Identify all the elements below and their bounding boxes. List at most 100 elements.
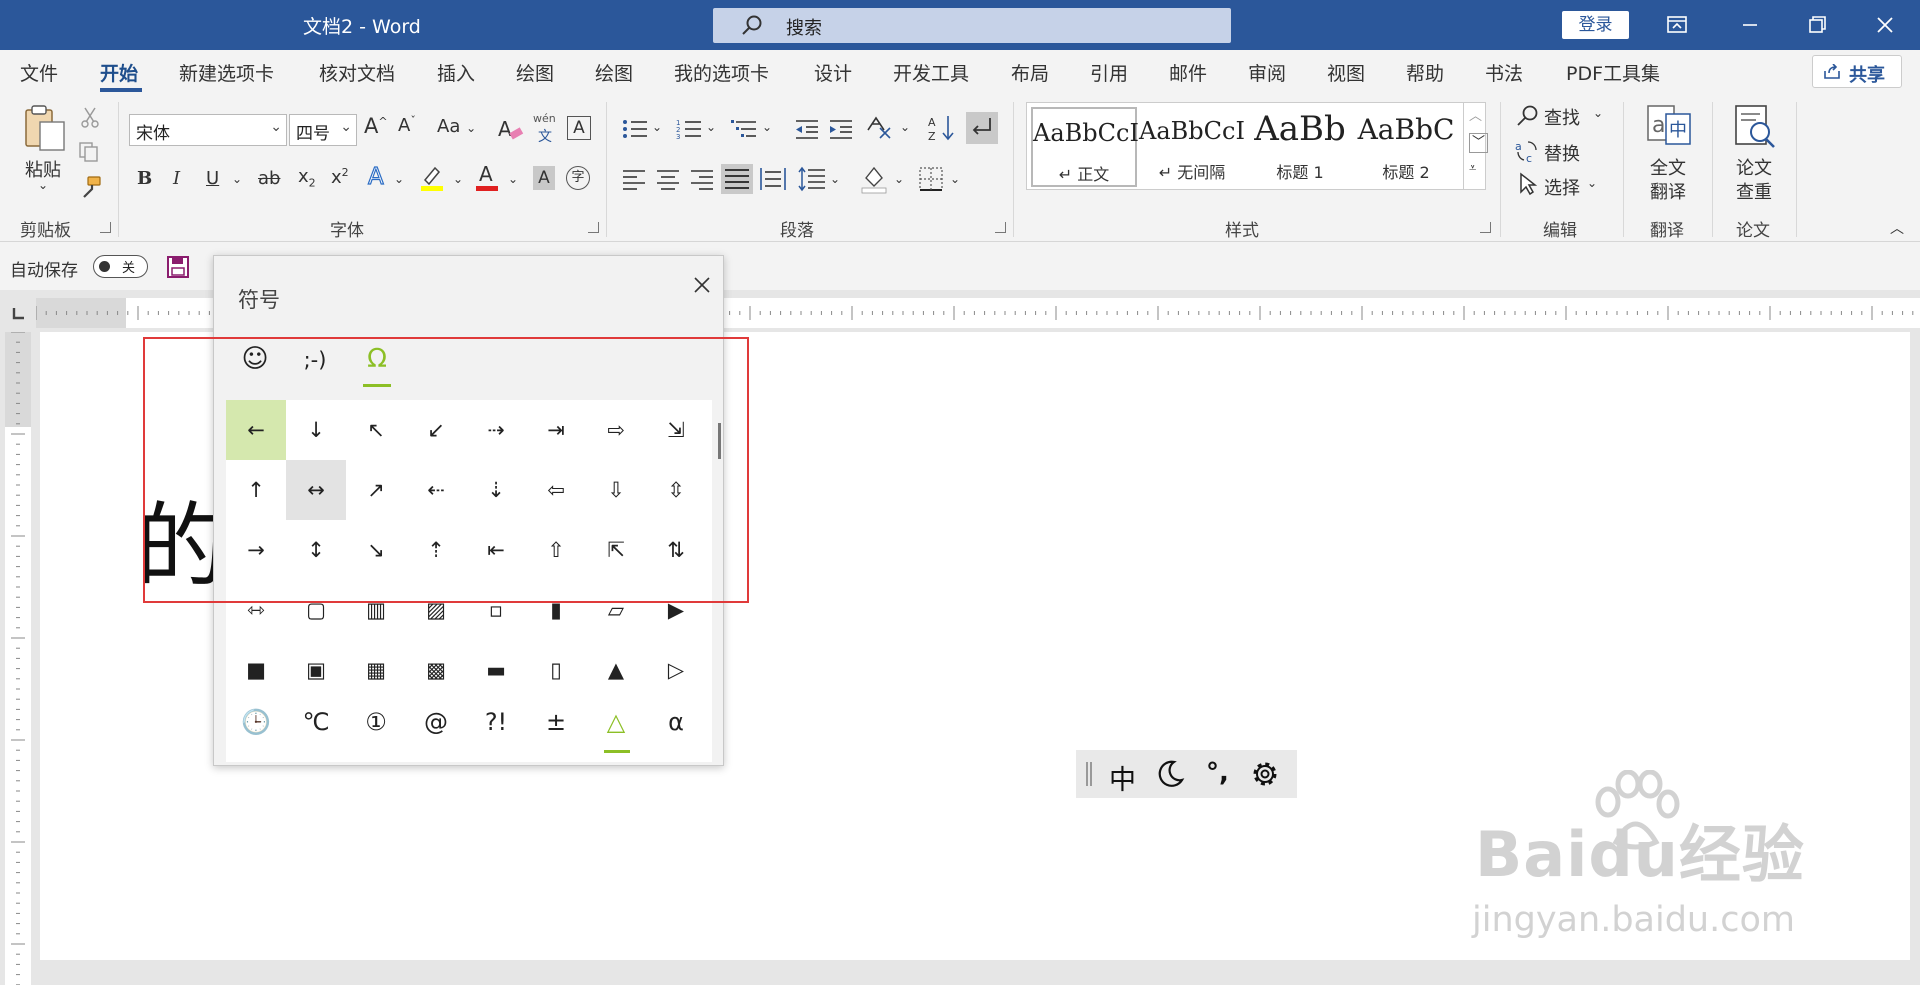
symbol-cell[interactable]: ▦ — [346, 640, 406, 700]
align-right-icon[interactable] — [690, 168, 714, 190]
line-spacing-icon[interactable] — [798, 166, 826, 192]
tab-design[interactable]: 设计 — [814, 59, 852, 86]
line-spacing-dropdown-icon[interactable]: ⌄ — [830, 172, 840, 186]
numbering-dropdown-icon[interactable]: ⌄ — [706, 120, 716, 134]
shrink-font-button[interactable]: Aˇ — [398, 114, 416, 136]
moon-icon[interactable] — [1154, 758, 1186, 790]
symbol-cell[interactable]: ▬ — [466, 640, 526, 700]
vertical-ruler[interactable] — [5, 332, 31, 985]
tab-pdf-tools[interactable]: PDF工具集 — [1566, 59, 1660, 86]
tab-selector-icon[interactable] — [8, 304, 28, 324]
underline-dropdown-icon[interactable]: ⌄ — [232, 172, 242, 186]
styles-launcher-icon[interactable] — [1480, 222, 1491, 233]
numbering-icon[interactable]: 123 — [676, 118, 702, 140]
replace-button[interactable]: 替换 — [1544, 140, 1580, 166]
symbol-cell[interactable]: ± — [526, 692, 586, 752]
enclose-char-button[interactable]: 字 — [566, 166, 590, 190]
phonetic-guide-top[interactable]: wén — [533, 112, 556, 125]
paper-check-button[interactable]: 论文 — [1736, 154, 1772, 180]
close-window-icon[interactable] — [1868, 9, 1902, 41]
search-box[interactable]: 搜索 — [713, 8, 1231, 43]
text-effects-button[interactable]: A — [367, 163, 384, 190]
select-button[interactable]: 选择 — [1544, 174, 1580, 200]
distributed-icon[interactable] — [760, 168, 786, 190]
paste-icon[interactable] — [22, 104, 68, 154]
ribbon-display-icon[interactable] — [1660, 9, 1694, 41]
minimize-icon[interactable] — [1733, 9, 1767, 41]
align-center-icon[interactable] — [656, 168, 680, 190]
symbol-cell[interactable]: ■ — [226, 640, 286, 700]
italic-button[interactable]: I — [173, 168, 180, 189]
tab-review[interactable]: 审阅 — [1248, 59, 1286, 86]
copy-icon[interactable] — [78, 141, 100, 163]
find-button[interactable]: 查找 — [1544, 104, 1580, 130]
tab-layout[interactable]: 布局 — [1011, 59, 1049, 86]
style-heading-1[interactable]: AaBb 标题 1 — [1247, 107, 1353, 187]
full-translate-button[interactable]: 全文 — [1650, 154, 1686, 180]
bold-button[interactable]: B — [137, 168, 152, 189]
tab-my-tab[interactable]: 我的选项卡 — [674, 59, 769, 86]
tab-check-doc[interactable]: 核对文档 — [319, 59, 395, 86]
symbol-cell[interactable]: 🕒 — [226, 692, 286, 752]
select-dropdown-icon[interactable]: ⌄ — [1587, 176, 1597, 190]
font-color-dropdown-icon[interactable]: ⌄ — [508, 172, 518, 186]
style-no-spacing[interactable]: AaBbCcI ↵ 无间隔 — [1139, 107, 1245, 187]
align-left-icon[interactable] — [622, 168, 646, 190]
translate-icon[interactable]: a中 — [1646, 104, 1692, 150]
find-dropdown-icon[interactable]: ⌄ — [1593, 106, 1603, 120]
tab-new-tab[interactable]: 新建选项卡 — [179, 59, 274, 86]
bullets-dropdown-icon[interactable]: ⌄ — [652, 120, 662, 134]
symbol-cell[interactable]: ▩ — [406, 640, 466, 700]
select-cursor-icon[interactable] — [1518, 172, 1538, 196]
symbol-cell[interactable]: ?! — [466, 692, 526, 752]
symbol-cell[interactable]: △ — [586, 692, 646, 752]
save-icon[interactable] — [166, 255, 190, 279]
tab-references[interactable]: 引用 — [1090, 59, 1128, 86]
tab-help[interactable]: 帮助 — [1406, 59, 1444, 86]
format-painter-icon[interactable] — [78, 175, 102, 199]
phonetic-guide-button[interactable]: 文 — [538, 126, 552, 146]
underline-button[interactable]: U — [206, 168, 219, 189]
paragraph-launcher-icon[interactable] — [995, 222, 1006, 233]
gallery-up-icon[interactable]: ︿ — [1469, 105, 1482, 124]
char-border-button[interactable]: A — [567, 116, 591, 140]
bullets-icon[interactable] — [622, 118, 648, 140]
tab-draw-2[interactable]: 绘图 — [595, 59, 633, 86]
gallery-down-icon[interactable]: ﹀ — [1469, 133, 1489, 153]
font-name-select[interactable]: 宋体 ⌄ — [129, 114, 287, 146]
symbol-cell[interactable]: ℃ — [286, 692, 346, 752]
gallery-more-icon[interactable]: ⩡ — [1469, 161, 1476, 176]
tab-view[interactable]: 视图 — [1327, 59, 1365, 86]
justify-icon[interactable] — [721, 164, 753, 194]
paper-check-icon[interactable] — [1732, 104, 1778, 150]
text-effects-dropdown-icon[interactable]: ⌄ — [394, 172, 404, 186]
share-button[interactable]: 共享 — [1812, 55, 1902, 88]
tab-home[interactable]: 开始 — [100, 59, 138, 86]
symbol-cell[interactable]: ▲ — [586, 640, 646, 700]
subscript-button[interactable]: x2 — [298, 166, 316, 190]
style-normal[interactable]: AaBbCcI ↵ 正文 — [1031, 107, 1139, 187]
tab-developer[interactable]: 开发工具 — [893, 59, 969, 86]
restore-icon[interactable] — [1800, 9, 1834, 41]
sort-icon[interactable]: AZ — [928, 114, 958, 142]
chinese-layout-dropdown-icon[interactable]: ⌄ — [900, 120, 910, 134]
symbol-cell[interactable]: α — [646, 692, 706, 752]
borders-dropdown-icon[interactable]: ⌄ — [950, 172, 960, 186]
tab-mailings[interactable]: 邮件 — [1169, 59, 1207, 86]
shading-dropdown-icon[interactable]: ⌄ — [894, 172, 904, 186]
clipboard-launcher-icon[interactable] — [100, 222, 111, 233]
autosave-toggle[interactable]: 关 — [93, 255, 148, 278]
highlight-dropdown-icon[interactable]: ⌄ — [453, 172, 463, 186]
change-case-button[interactable]: Aa ⌄ — [437, 116, 476, 137]
decrease-indent-icon[interactable] — [794, 118, 820, 140]
superscript-button[interactable]: x2 — [331, 166, 349, 188]
borders-icon[interactable] — [918, 166, 944, 192]
highlight-color-icon[interactable] — [419, 162, 445, 192]
find-icon[interactable] — [1516, 104, 1540, 128]
ime-punctuation-toggle[interactable]: °, — [1206, 758, 1229, 788]
char-shading-button[interactable]: A — [533, 166, 555, 190]
increase-indent-icon[interactable] — [828, 118, 854, 140]
symbol-cell[interactable]: ▣ — [286, 640, 346, 700]
font-size-select[interactable]: 四号 ⌄ — [289, 114, 357, 146]
strikethrough-button[interactable]: ab — [258, 168, 280, 189]
